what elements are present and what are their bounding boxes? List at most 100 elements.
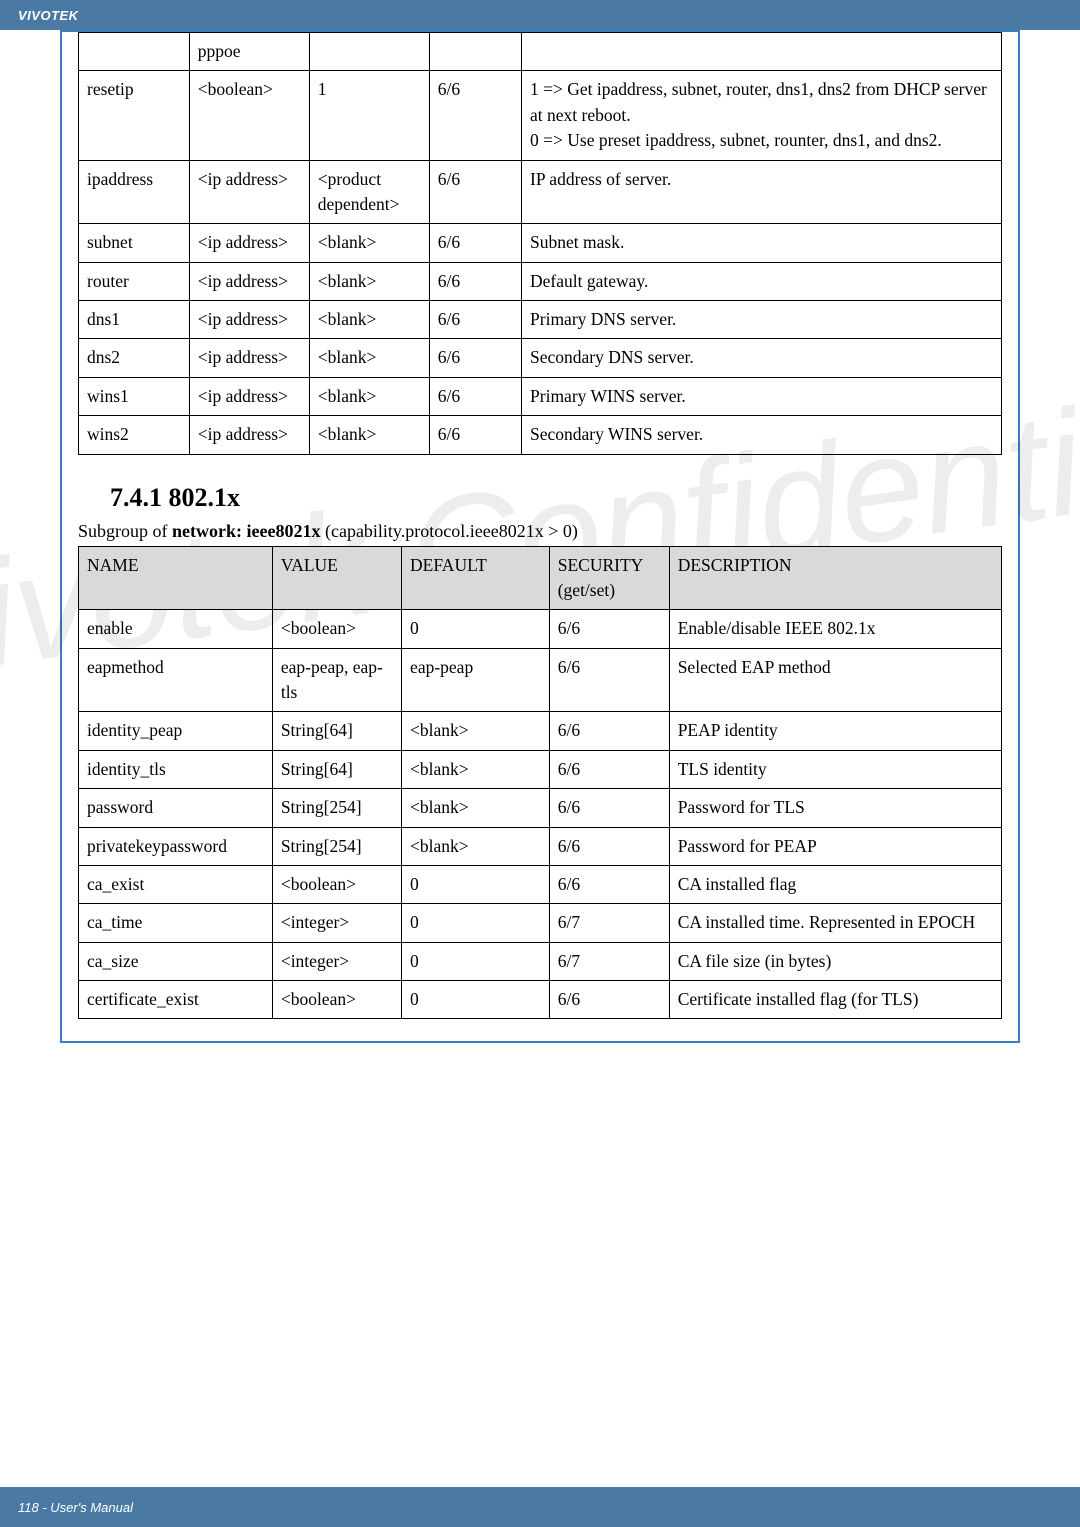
cell: <blank> — [309, 224, 429, 262]
cell: ipaddress — [79, 160, 190, 224]
cell: wins2 — [79, 416, 190, 454]
cell: wins1 — [79, 377, 190, 415]
cell: Subnet mask. — [522, 224, 1002, 262]
cell: 1 => Get ipaddress, subnet, router, dns1… — [522, 71, 1002, 160]
cell: <blank> — [402, 827, 550, 865]
col-value: VALUE — [272, 546, 401, 610]
cell: 0 — [402, 610, 550, 648]
brand-header-bar: VIVOTEK — [0, 0, 1080, 30]
cell: 6/6 — [549, 750, 669, 788]
cell: Secondary WINS server. — [522, 416, 1002, 454]
cell: <ip address> — [189, 224, 309, 262]
cell — [79, 33, 190, 71]
cell: eapmethod — [79, 648, 273, 712]
cell: 6/7 — [549, 904, 669, 942]
cell: String[64] — [272, 712, 401, 750]
cell — [309, 33, 429, 71]
cell: 6/6 — [549, 712, 669, 750]
page-footer-text: 118 - User's Manual — [18, 1500, 133, 1515]
cell: Selected EAP method — [669, 648, 1001, 712]
content-wrap: Vivotek Confidential pppoeresetip<boolea… — [0, 30, 1080, 1043]
col-description: DESCRIPTION — [669, 546, 1001, 610]
cell: String[64] — [272, 750, 401, 788]
cell: Secondary DNS server. — [522, 339, 1002, 377]
cell: 6/7 — [549, 942, 669, 980]
table-row: eapmethodeap-peap, eap-tlseap-peap6/6Sel… — [79, 648, 1002, 712]
cell: <ip address> — [189, 339, 309, 377]
table-row: wins1<ip address><blank>6/6Primary WINS … — [79, 377, 1002, 415]
cell: resetip — [79, 71, 190, 160]
cell: router — [79, 262, 190, 300]
table-row: identity_tlsString[64]<blank>6/6TLS iden… — [79, 750, 1002, 788]
cell: Password for TLS — [669, 789, 1001, 827]
table-row: ca_size<integer>06/7CA file size (in byt… — [79, 942, 1002, 980]
cell: 6/6 — [429, 301, 521, 339]
cell: 0 — [402, 981, 550, 1019]
cell: <ip address> — [189, 160, 309, 224]
table-row: passwordString[254]<blank>6/6Password fo… — [79, 789, 1002, 827]
cell: certificate_exist — [79, 981, 273, 1019]
table-row: certificate_exist<boolean>06/6Certificat… — [79, 981, 1002, 1019]
table-row: subnet<ip address><blank>6/6Subnet mask. — [79, 224, 1002, 262]
ieee8021x-table: NAME VALUE DEFAULT SECURITY (get/set) DE… — [78, 546, 1002, 1020]
table-row: identity_peapString[64]<blank>6/6PEAP id… — [79, 712, 1002, 750]
cell: 6/6 — [429, 71, 521, 160]
cell: identity_tls — [79, 750, 273, 788]
cell: 6/6 — [429, 339, 521, 377]
cell: ca_time — [79, 904, 273, 942]
cell: 0 — [402, 865, 550, 903]
cell: 6/6 — [549, 610, 669, 648]
cell: 0 — [402, 942, 550, 980]
cell: dns2 — [79, 339, 190, 377]
cell: <boolean> — [272, 865, 401, 903]
cell: 6/6 — [549, 648, 669, 712]
cell: 6/6 — [549, 827, 669, 865]
cell: 6/6 — [549, 981, 669, 1019]
cell: privatekeypassword — [79, 827, 273, 865]
cell: Enable/disable IEEE 802.1x — [669, 610, 1001, 648]
cell: pppoe — [189, 33, 309, 71]
cell: 0 — [402, 904, 550, 942]
cell: <blank> — [309, 377, 429, 415]
cell: <blank> — [309, 301, 429, 339]
cell: dns1 — [79, 301, 190, 339]
content-box: pppoeresetip<boolean>16/61 => Get ipaddr… — [60, 30, 1020, 1043]
table-row: router<ip address><blank>6/6Default gate… — [79, 262, 1002, 300]
cell: eap-peap, eap-tls — [272, 648, 401, 712]
subgroup-prefix: Subgroup of — [78, 521, 172, 541]
section-heading: 7.4.1 802.1x — [110, 483, 1002, 513]
cell: 6/6 — [549, 865, 669, 903]
table-row: dns2<ip address><blank>6/6Secondary DNS … — [79, 339, 1002, 377]
cell: <blank> — [309, 416, 429, 454]
network-params-table: pppoeresetip<boolean>16/61 => Get ipaddr… — [78, 32, 1002, 455]
cell: 6/6 — [429, 160, 521, 224]
cell: <boolean> — [189, 71, 309, 160]
cell: <blank> — [309, 339, 429, 377]
cell: IP address of server. — [522, 160, 1002, 224]
cell: 6/6 — [429, 224, 521, 262]
table-row: resetip<boolean>16/61 => Get ipaddress, … — [79, 71, 1002, 160]
cell: String[254] — [272, 827, 401, 865]
cell: ca_exist — [79, 865, 273, 903]
cell — [429, 33, 521, 71]
table-row: ca_time<integer>06/7CA installed time. R… — [79, 904, 1002, 942]
cell: identity_peap — [79, 712, 273, 750]
cell: password — [79, 789, 273, 827]
cell: <ip address> — [189, 262, 309, 300]
table-row: ipaddress<ip address><product dependent>… — [79, 160, 1002, 224]
subgroup-suffix: (capability.protocol.ieee8021x > 0) — [320, 521, 577, 541]
cell: TLS identity — [669, 750, 1001, 788]
brand-name: VIVOTEK — [18, 8, 79, 23]
cell: ca_size — [79, 942, 273, 980]
cell: <ip address> — [189, 301, 309, 339]
cell: String[254] — [272, 789, 401, 827]
cell: CA installed time. Represented in EPOCH — [669, 904, 1001, 942]
table-row: wins2<ip address><blank>6/6Secondary WIN… — [79, 416, 1002, 454]
cell: Primary DNS server. — [522, 301, 1002, 339]
cell: Primary WINS server. — [522, 377, 1002, 415]
col-security: SECURITY (get/set) — [549, 546, 669, 610]
cell: <blank> — [402, 789, 550, 827]
table-row: ca_exist<boolean>06/6CA installed flag — [79, 865, 1002, 903]
cell: Default gateway. — [522, 262, 1002, 300]
cell: CA installed flag — [669, 865, 1001, 903]
